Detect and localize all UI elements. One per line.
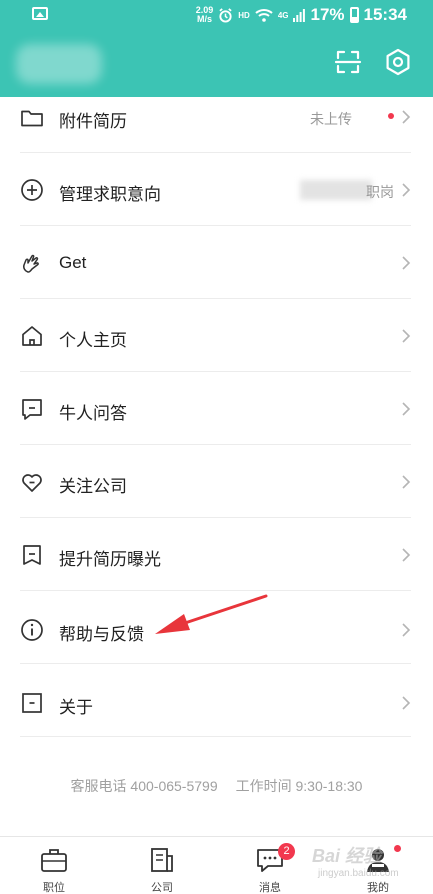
- intention-value: 职岗: [366, 184, 394, 200]
- tab-companies[interactable]: 公司: [108, 837, 216, 894]
- image-notification-icon: [32, 7, 48, 20]
- battery-icon: [349, 7, 359, 23]
- chevron-right-icon: [402, 623, 411, 637]
- watermark-url: jingyan.baidu.com: [318, 868, 399, 879]
- blurred-intention-value: [300, 180, 372, 200]
- menu-item-label: 帮助与反馈: [59, 625, 144, 644]
- tab-messages[interactable]: 2 消息: [216, 837, 324, 894]
- tab-label: 消息: [259, 882, 281, 894]
- alarm-icon: [219, 7, 232, 23]
- signal-icon: [293, 9, 306, 22]
- menu-item-resume-exposure[interactable]: 提升简历曝光: [0, 518, 433, 591]
- menu-item-homepage[interactable]: 个人主页: [0, 299, 433, 372]
- menu-item-label: 个人主页: [59, 331, 127, 350]
- folder-icon: [21, 110, 43, 127]
- chevron-right-icon: [402, 402, 411, 416]
- menu-item-label: 牛人问答: [59, 404, 127, 423]
- service-hours: 工作时间 9:30-18:30: [235, 778, 363, 794]
- menu-item-qa[interactable]: 牛人问答: [0, 372, 433, 445]
- info-circle-icon: [21, 619, 43, 641]
- status-right: 2.09 M/s HD 4G 17% 15:34: [196, 2, 407, 28]
- unread-dot: [388, 113, 394, 119]
- settings-hexagon-icon[interactable]: [383, 47, 413, 77]
- bookmark-icon: [23, 545, 41, 565]
- chevron-right-icon: [402, 329, 411, 343]
- tab-label: 我的: [367, 882, 389, 894]
- status-bar: 2.09 M/s HD 4G 17% 15:34: [0, 0, 433, 30]
- briefcase-icon: [41, 849, 67, 872]
- about-square-icon: [22, 693, 42, 713]
- menu-item-label: Get: [59, 253, 87, 272]
- clock-time: 15:34: [363, 5, 407, 24]
- menu-item-attachment-resume[interactable]: 附件简历 未上传: [0, 80, 433, 153]
- battery-percent: 17%: [310, 5, 345, 24]
- chevron-right-icon: [402, 548, 411, 562]
- chevron-right-icon: [402, 183, 411, 197]
- tab-label: 公司: [151, 882, 173, 894]
- tab-label: 职位: [43, 882, 65, 894]
- menu-item-label: 关于: [59, 698, 93, 717]
- menu-item-get[interactable]: Get: [0, 226, 433, 299]
- heart-icon: [22, 474, 42, 492]
- wifi-icon: [255, 9, 273, 22]
- scan-icon[interactable]: [333, 47, 363, 77]
- blurred-user-name[interactable]: [16, 44, 102, 84]
- divider: [20, 736, 411, 737]
- menu-item-followed-companies[interactable]: 关注公司: [0, 445, 433, 518]
- chevron-right-icon: [402, 110, 411, 124]
- tab-jobs[interactable]: 职位: [0, 837, 108, 894]
- message-badge: 2: [278, 843, 295, 860]
- menu-item-label: 提升简历曝光: [59, 550, 161, 569]
- building-icon: [151, 848, 173, 872]
- chat-square-icon: [22, 399, 42, 420]
- network-speed-unit: M/s: [196, 14, 212, 24]
- mine-dot: [394, 845, 401, 852]
- menu-item-job-intention[interactable]: 管理求职意向 职岗: [0, 153, 433, 226]
- network-speed: 2.09 M/s: [196, 6, 214, 24]
- plus-circle-icon: [21, 179, 43, 201]
- watermark-logo: Bai 经验: [312, 846, 382, 866]
- menu-item-label: 附件简历: [59, 112, 127, 131]
- hand-gesture-icon: [23, 254, 39, 273]
- service-phone[interactable]: 客服电话 400-065-5799: [71, 778, 218, 794]
- chevron-right-icon: [402, 696, 411, 710]
- hd-indicator: HD: [238, 10, 250, 20]
- upload-status: 未上传: [310, 111, 352, 127]
- service-info: 客服电话 400-065-5799 工作时间 9:30-18:30: [0, 776, 433, 796]
- chevron-right-icon: [402, 475, 411, 489]
- menu-item-label: 关注公司: [59, 477, 127, 496]
- network-type: 4G: [277, 10, 289, 20]
- menu-item-help-feedback[interactable]: 帮助与反馈: [0, 591, 433, 664]
- menu-item-about[interactable]: 关于: [0, 664, 433, 737]
- chevron-right-icon: [402, 256, 411, 270]
- home-icon: [22, 326, 42, 346]
- menu-item-label: 管理求职意向: [59, 185, 161, 204]
